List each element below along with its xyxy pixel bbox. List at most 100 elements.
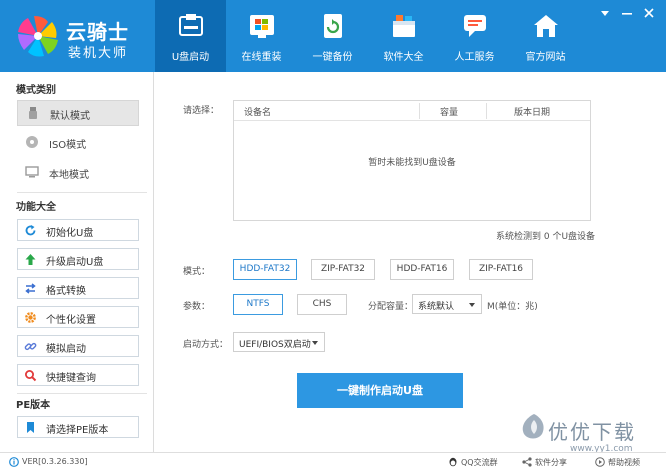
bookmark-icon: [27, 422, 34, 433]
column-divider: [486, 103, 487, 119]
close-icon[interactable]: [642, 6, 656, 20]
mode-label: 默认模式: [50, 111, 90, 122]
mode-label: 本地模式: [49, 170, 89, 181]
function-label: 格式转换: [46, 286, 86, 297]
detect-status: 系统检测到 0 个U盘设备: [496, 232, 596, 242]
pe-section-title: PE版本: [16, 400, 51, 411]
personalize-button[interactable]: 个性化设置: [17, 306, 139, 328]
status-bar: VER[0.3.26.330] QQ交流群 软件分享 帮助视频: [0, 452, 666, 472]
usb-icon: [179, 14, 203, 36]
sidebar: 模式类别 默认模式 ISO模式 本地模式 功能大全 初始化U盘 升级启动U盘 格…: [4, 72, 154, 452]
nav-label: U盘启动: [171, 52, 210, 63]
app-title: 云骑士: [66, 20, 129, 44]
function-section-title: 功能大全: [16, 202, 56, 213]
device-table[interactable]: 设备名 容量 版本日期 暂时未能找到U盘设备: [233, 100, 591, 221]
help-video-link[interactable]: 帮助视频: [608, 457, 640, 468]
version-text: VER[0.3.26.330]: [22, 457, 88, 466]
device-table-header: 设备名 容量 版本日期: [234, 101, 590, 121]
info-icon: [9, 457, 19, 467]
nav-online-reinstall[interactable]: 在线重装: [226, 0, 297, 72]
header-bar: 云骑士 装机大师 U盘启动 在线重装 一键备份 软件大全 人工服务 官方网站: [0, 0, 666, 72]
divider: [17, 393, 147, 394]
nav-label: 官方网站: [525, 52, 566, 63]
backup-icon: [324, 14, 342, 38]
init-usb-button[interactable]: 初始化U盘: [17, 219, 139, 241]
chevron-down-icon: [312, 341, 318, 345]
logo-pinwheel-icon: [18, 16, 58, 57]
mode-option-hdd-fat16[interactable]: HDD-FAT16: [390, 259, 454, 280]
mode-section-title: 模式类别: [16, 85, 56, 96]
chat-icon: [464, 15, 486, 37]
alloc-capacity-label: 分配容量：: [368, 302, 414, 312]
nav-label: 软件大全: [383, 52, 424, 63]
nav-software-collection[interactable]: 软件大全: [368, 0, 439, 72]
boot-mode-label: 启动方式：: [183, 340, 229, 350]
format-convert-button[interactable]: 格式转换: [17, 277, 139, 299]
help-video-icon: [595, 457, 605, 467]
refresh-icon: [25, 225, 36, 236]
boot-mode-value: UEFI/BIOS双启动: [239, 340, 311, 350]
upgrade-arrow-icon: [25, 254, 36, 265]
home-icon: [534, 15, 558, 37]
nav-label: 一键备份: [312, 52, 353, 63]
param-option-ntfs[interactable]: NTFS: [233, 294, 283, 315]
nav-official-site[interactable]: 官方网站: [510, 0, 581, 72]
boot-mode-select[interactable]: UEFI/BIOS双启动: [233, 332, 325, 352]
function-label: 快捷键查询: [46, 373, 96, 384]
alloc-capacity-select[interactable]: 系统默认: [412, 294, 482, 314]
select-device-label: 请选择：: [183, 106, 220, 116]
param-label: 参数：: [183, 302, 211, 312]
select-pe-version-button[interactable]: 请选择PE版本: [17, 416, 139, 438]
column-divider: [419, 103, 420, 119]
empty-device-message: 暂时未能找到U盘设备: [368, 158, 456, 168]
divider: [17, 192, 147, 193]
function-label: 初始化U盘: [46, 228, 94, 239]
nav-label: 在线重装: [241, 52, 282, 63]
column-version-date: 版本日期: [514, 108, 551, 118]
gear-icon: [25, 312, 36, 323]
software-box-icon: [393, 15, 415, 37]
mode-item-iso[interactable]: ISO模式: [17, 130, 139, 156]
function-label: 升级启动U盘: [46, 257, 104, 268]
convert-icon: [25, 283, 36, 294]
nav-label: 人工服务: [454, 52, 495, 63]
share-icon: [522, 457, 532, 467]
nav-manual-service[interactable]: 人工服务: [439, 0, 510, 72]
minimize-icon[interactable]: [620, 6, 634, 20]
simulate-boot-button[interactable]: 模拟启动: [17, 335, 139, 357]
mode-label: ISO模式: [49, 140, 87, 151]
function-label: 请选择PE版本: [46, 425, 109, 436]
hotkey-query-button[interactable]: 快捷键查询: [17, 364, 139, 386]
make-boot-usb-button[interactable]: 一键制作启动U盘: [297, 373, 463, 408]
windows-icon: [250, 15, 274, 38]
qq-group-link[interactable]: QQ交流群: [461, 457, 498, 468]
mode-item-local[interactable]: 本地模式: [17, 160, 139, 186]
column-capacity: 容量: [440, 108, 459, 118]
search-icon: [25, 370, 37, 382]
qq-icon: [449, 457, 457, 467]
nav-usb-boot[interactable]: U盘启动: [155, 0, 226, 72]
menu-arrow-icon[interactable]: [598, 6, 612, 20]
mode-option-zip-fat16[interactable]: ZIP-FAT16: [469, 259, 533, 280]
watermark-logo-icon: [522, 414, 544, 439]
share-software-link[interactable]: 软件分享: [535, 457, 567, 468]
chevron-down-icon: [469, 303, 475, 307]
link-icon: [24, 342, 37, 351]
mode-option-hdd-fat32[interactable]: HDD-FAT32: [233, 259, 297, 280]
column-device-name: 设备名: [244, 108, 272, 118]
param-option-chs[interactable]: CHS: [297, 294, 347, 315]
mode-option-zip-fat32[interactable]: ZIP-FAT32: [311, 259, 375, 280]
mode-item-default[interactable]: 默认模式: [17, 100, 139, 126]
alloc-capacity-value: 系统默认: [418, 302, 455, 312]
nav-one-key-backup[interactable]: 一键备份: [297, 0, 368, 72]
main-nav: U盘启动 在线重装 一键备份 软件大全 人工服务 官方网站: [155, 0, 581, 72]
mode-label: 模式：: [183, 267, 211, 277]
upgrade-usb-button[interactable]: 升级启动U盘: [17, 248, 139, 270]
watermark-text: 优优下载: [548, 420, 636, 444]
app-logo: 云骑士 装机大师: [14, 12, 154, 62]
disc-icon: [26, 136, 38, 148]
usb-drive-icon: [29, 107, 37, 119]
monitor-icon: [25, 166, 39, 178]
alloc-unit-label: M(单位：兆): [487, 302, 538, 312]
app-subtitle: 装机大师: [68, 46, 129, 61]
